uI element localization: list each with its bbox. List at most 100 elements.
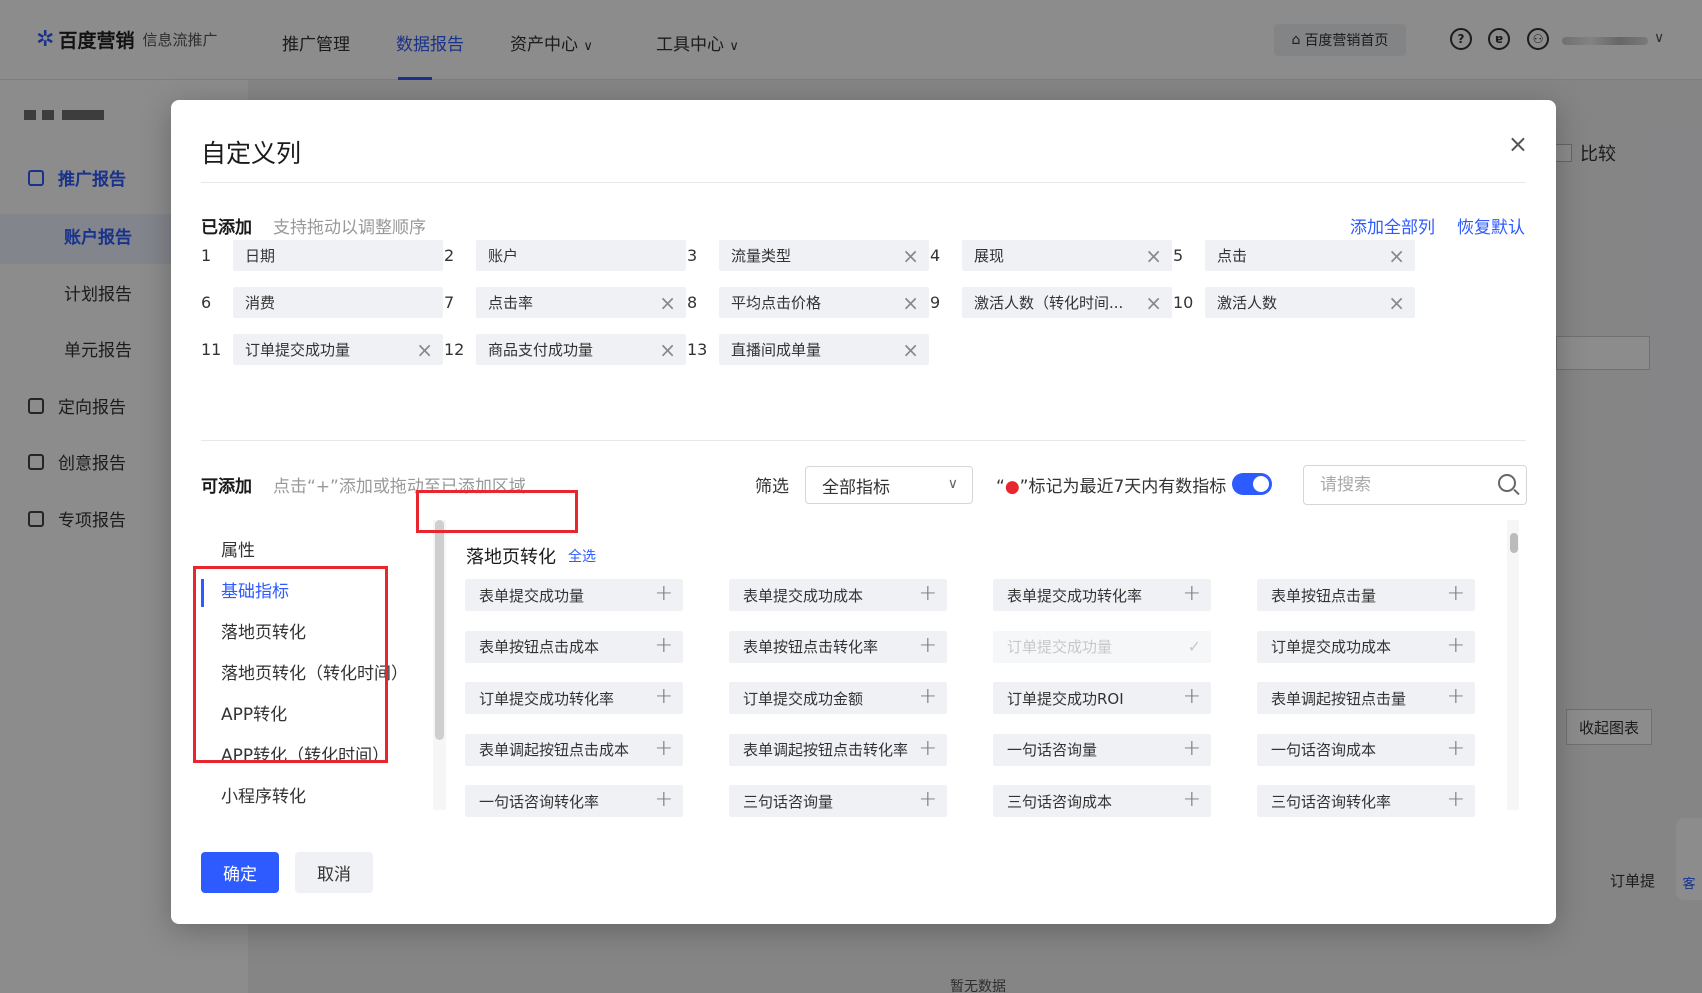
- metric-item[interactable]: 三句话咨询转化率 +: [1257, 785, 1475, 817]
- filter-select[interactable]: 全部指标 ∨: [805, 466, 973, 504]
- add-plus-icon[interactable]: +: [655, 736, 673, 761]
- add-plus-icon[interactable]: +: [919, 581, 937, 606]
- added-column-name: 账户: [488, 247, 519, 265]
- metric-name: 三句话咨询转化率: [1271, 792, 1392, 811]
- add-plus-icon[interactable]: +: [919, 736, 937, 761]
- metric-name: 订单提交成功金额: [743, 689, 864, 708]
- added-column-name: 日期: [245, 247, 276, 265]
- remove-column-icon[interactable]: ×: [1145, 244, 1162, 268]
- add-plus-icon[interactable]: +: [1447, 684, 1465, 709]
- add-plus-icon[interactable]: +: [655, 633, 673, 658]
- metric-item[interactable]: 表单调起按钮点击转化率 +: [729, 733, 947, 766]
- recent-data-toggle[interactable]: [1232, 473, 1272, 495]
- add-plus-icon[interactable]: +: [1183, 684, 1201, 709]
- added-column-name: 订单提交成功量: [245, 341, 351, 359]
- remove-column-icon[interactable]: ×: [659, 291, 676, 315]
- filter-label: 筛选: [755, 477, 789, 497]
- section-divider: [201, 440, 1526, 441]
- added-column-chip[interactable]: 订单提交成功量 ×: [233, 334, 443, 365]
- metric-item[interactable]: 表单提交成功成本 +: [729, 579, 947, 611]
- added-column-chip[interactable]: 流量类型 ×: [719, 240, 929, 271]
- metric-item[interactable]: 一句话咨询量 +: [993, 733, 1211, 766]
- remove-column-icon[interactable]: ×: [902, 291, 919, 315]
- add-all-columns-link[interactable]: 添加全部列: [1350, 213, 1435, 238]
- metric-item[interactable]: 一句话咨询成本 +: [1257, 733, 1475, 766]
- metric-item[interactable]: 表单调起按钮点击成本 +: [465, 733, 683, 766]
- add-plus-icon[interactable]: +: [1447, 581, 1465, 606]
- added-column-name: 点击: [1217, 247, 1248, 265]
- added-column-chip[interactable]: 点击 ×: [1205, 240, 1415, 271]
- remove-column-icon[interactable]: ×: [416, 338, 433, 362]
- metric-item[interactable]: 表单按钮点击量 +: [1257, 579, 1475, 611]
- added-column-number: 6: [201, 293, 212, 312]
- added-column-chip[interactable]: 平均点击价格 ×: [719, 287, 929, 318]
- add-plus-icon[interactable]: +: [1183, 736, 1201, 761]
- metric-item[interactable]: 三句话咨询成本 +: [993, 785, 1211, 817]
- add-plus-icon[interactable]: +: [919, 787, 937, 812]
- added-column-chip[interactable]: 商品支付成功量 ×: [476, 334, 686, 365]
- metric-name: 订单提交成功转化率: [479, 689, 615, 708]
- remove-column-icon[interactable]: ×: [1145, 291, 1162, 315]
- category-scrollbar[interactable]: [435, 520, 444, 740]
- confirm-button[interactable]: 确定: [201, 852, 279, 893]
- add-plus-icon[interactable]: +: [919, 633, 937, 658]
- added-column-number: 8: [687, 293, 698, 312]
- cancel-button[interactable]: 取消: [295, 852, 373, 893]
- restore-default-link[interactable]: 恢复默认: [1457, 213, 1525, 238]
- added-column-number: 12: [444, 340, 465, 359]
- add-plus-icon[interactable]: +: [655, 684, 673, 709]
- add-plus-icon[interactable]: +: [1447, 633, 1465, 658]
- added-column-chip[interactable]: 点击率 ×: [476, 287, 686, 318]
- search-icon[interactable]: [1498, 474, 1516, 492]
- remove-column-icon[interactable]: ×: [1388, 291, 1405, 315]
- search-input[interactable]: [1320, 475, 1490, 495]
- added-column-name: 流量类型: [731, 247, 792, 265]
- metric-item[interactable]: 表单按钮点击成本 +: [465, 630, 683, 663]
- add-plus-icon[interactable]: +: [1183, 581, 1201, 606]
- added-column-chip[interactable]: 消费: [233, 287, 443, 318]
- add-plus-icon[interactable]: +: [655, 581, 673, 606]
- added-column-number: 5: [1173, 246, 1184, 265]
- added-column-chip[interactable]: 直播间成单量 ×: [719, 334, 929, 365]
- metric-item[interactable]: 表单提交成功量 +: [465, 579, 683, 611]
- metric-name: 表单提交成功成本: [743, 586, 864, 605]
- added-column-chip[interactable]: 激活人数 ×: [1205, 287, 1415, 318]
- metric-item[interactable]: 表单调起按钮点击量 +: [1257, 682, 1475, 714]
- add-plus-icon[interactable]: +: [919, 684, 937, 709]
- added-column-chip[interactable]: 展现 ×: [962, 240, 1172, 271]
- metric-item[interactable]: 订单提交成功ROI +: [993, 682, 1211, 714]
- metric-item[interactable]: 订单提交成功成本 +: [1257, 630, 1475, 663]
- remove-column-icon[interactable]: ×: [1388, 244, 1405, 268]
- remove-column-icon[interactable]: ×: [902, 244, 919, 268]
- added-column-chip[interactable]: 日期: [233, 240, 443, 271]
- select-all-link[interactable]: 全选: [568, 546, 596, 566]
- metric-name: 表单调起按钮点击转化率: [743, 741, 909, 759]
- added-column-chip[interactable]: 激活人数（转化时间... ×: [962, 287, 1172, 318]
- category-item[interactable]: 属性: [221, 536, 255, 561]
- category-item[interactable]: 小程序转化: [221, 782, 306, 807]
- metric-item[interactable]: 订单提交成功转化率 +: [465, 682, 683, 714]
- metric-name: 一句话咨询转化率: [479, 792, 600, 811]
- metric-item[interactable]: 订单提交成功金额 +: [729, 682, 947, 714]
- added-column-name: 点击率: [488, 294, 534, 312]
- metric-scrollbar[interactable]: [1510, 533, 1518, 553]
- remove-column-icon[interactable]: ×: [902, 338, 919, 362]
- add-plus-icon[interactable]: +: [1447, 736, 1465, 761]
- add-plus-icon[interactable]: +: [655, 787, 673, 812]
- metric-item[interactable]: 表单按钮点击转化率 +: [729, 630, 947, 663]
- remove-column-icon[interactable]: ×: [659, 338, 676, 362]
- add-plus-icon[interactable]: +: [1183, 787, 1201, 812]
- metric-item[interactable]: 表单提交成功转化率 +: [993, 579, 1211, 611]
- add-plus-icon[interactable]: +: [1447, 787, 1465, 812]
- metric-item[interactable]: 三句话咨询量 +: [729, 785, 947, 817]
- metric-item[interactable]: 订单提交成功量 ✓: [993, 630, 1211, 663]
- added-column-number: 11: [201, 340, 222, 359]
- metric-name: 表单按钮点击转化率: [743, 638, 879, 656]
- chevron-down-icon: ∨: [947, 476, 958, 492]
- metric-name: 一句话咨询成本: [1271, 741, 1377, 759]
- added-column-chip[interactable]: 账户: [476, 240, 686, 271]
- close-icon[interactable]: ×: [1508, 130, 1528, 158]
- metric-item[interactable]: 一句话咨询转化率 +: [465, 785, 683, 817]
- added-column-name: 激活人数（转化时间...: [974, 294, 1124, 312]
- added-column-number: 10: [1173, 293, 1194, 312]
